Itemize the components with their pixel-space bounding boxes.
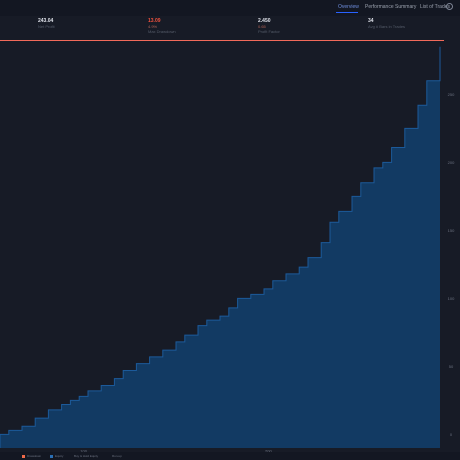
legend-label: Run-up bbox=[112, 454, 122, 458]
equity-chart: 250200150100500100 200 bbox=[0, 46, 455, 454]
legend-item-buy-hold[interactable]: Buy & Hold Equity bbox=[74, 454, 98, 458]
legend-label: Equity bbox=[55, 454, 64, 458]
y-tick-label: 150 bbox=[448, 228, 455, 233]
legend-swatch bbox=[22, 454, 25, 458]
y-tick-label: 250 bbox=[448, 92, 455, 97]
y-tick-label: 200 bbox=[448, 160, 455, 165]
legend-swatch bbox=[50, 454, 53, 458]
y-tick-label: 100 bbox=[448, 296, 455, 301]
y-tick-label: 0 bbox=[450, 432, 453, 437]
legend-bar: Drawdown Equity Buy & Hold Equity Run-up bbox=[0, 452, 460, 460]
legend-item-equity[interactable]: Equity bbox=[50, 454, 63, 458]
legend-label: Buy & Hold Equity bbox=[74, 454, 99, 458]
legend-label: Drawdown bbox=[27, 454, 42, 458]
y-tick-label: 50 bbox=[449, 364, 454, 369]
legend-item-run-up[interactable]: Run-up bbox=[112, 454, 122, 458]
equity-area bbox=[0, 46, 440, 449]
legend-item-drawdown[interactable]: Drawdown bbox=[22, 454, 41, 458]
